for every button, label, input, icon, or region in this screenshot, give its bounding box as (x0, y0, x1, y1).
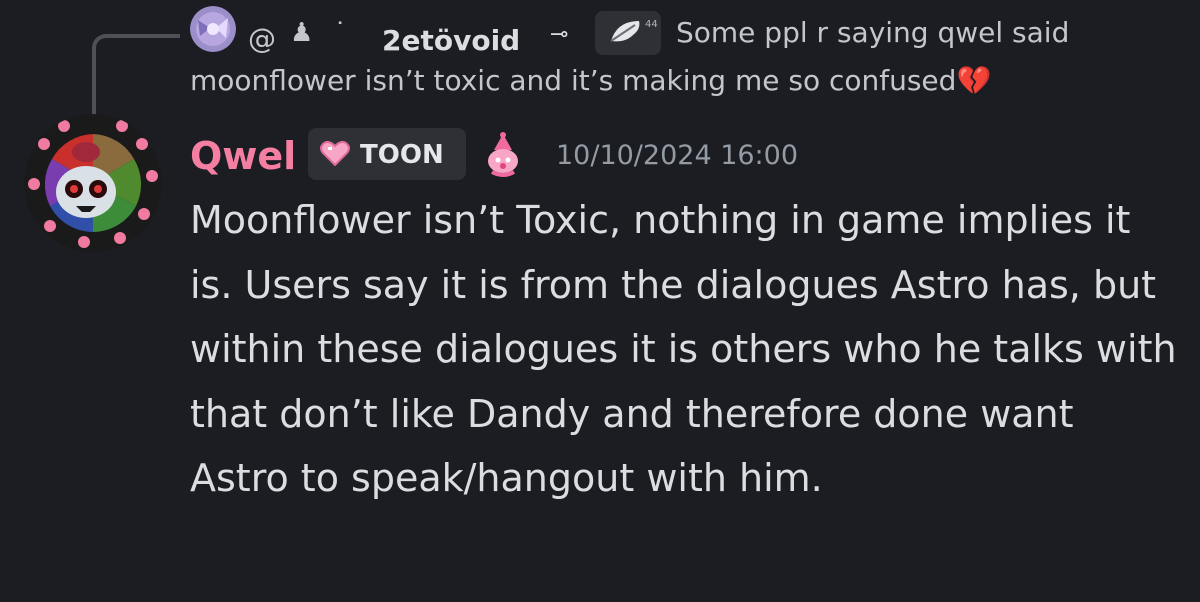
author-avatar[interactable] (24, 114, 162, 252)
reply-decoration: ⊸ (550, 22, 569, 47)
reply-tag-icon: 44 (595, 11, 661, 55)
reply-spine (92, 34, 180, 124)
reply-at-symbol[interactable]: @ (248, 22, 276, 55)
reply-preview-line1[interactable]: Some ppl r saying qwel said (676, 16, 1069, 49)
clown-icon (482, 132, 524, 178)
broken-heart-emoji: 💔 (956, 64, 992, 97)
role-tag[interactable]: TOON (308, 128, 466, 180)
message-content: Moonflower isn’t Toxic, nothing in game … (190, 198, 1177, 500)
reply-preview-text: moonflower isn’t toxic and it’s making m… (190, 64, 957, 97)
svg-text:44: 44 (645, 19, 658, 30)
author-name[interactable]: Qwel (190, 134, 296, 178)
reply-username[interactable]: 2etövoid (382, 24, 520, 57)
role-tag-label: TOON (360, 140, 444, 170)
pink-heart-icon (320, 140, 350, 166)
reply-name-glyphs[interactable]: ♟ ˙ (290, 18, 353, 48)
message-timestamp[interactable]: 10/10/2024 16:00 (556, 140, 798, 171)
reply-preview-line2[interactable]: moonflower isn’t toxic and it’s making m… (190, 64, 991, 97)
reply-author-avatar[interactable] (190, 6, 236, 52)
